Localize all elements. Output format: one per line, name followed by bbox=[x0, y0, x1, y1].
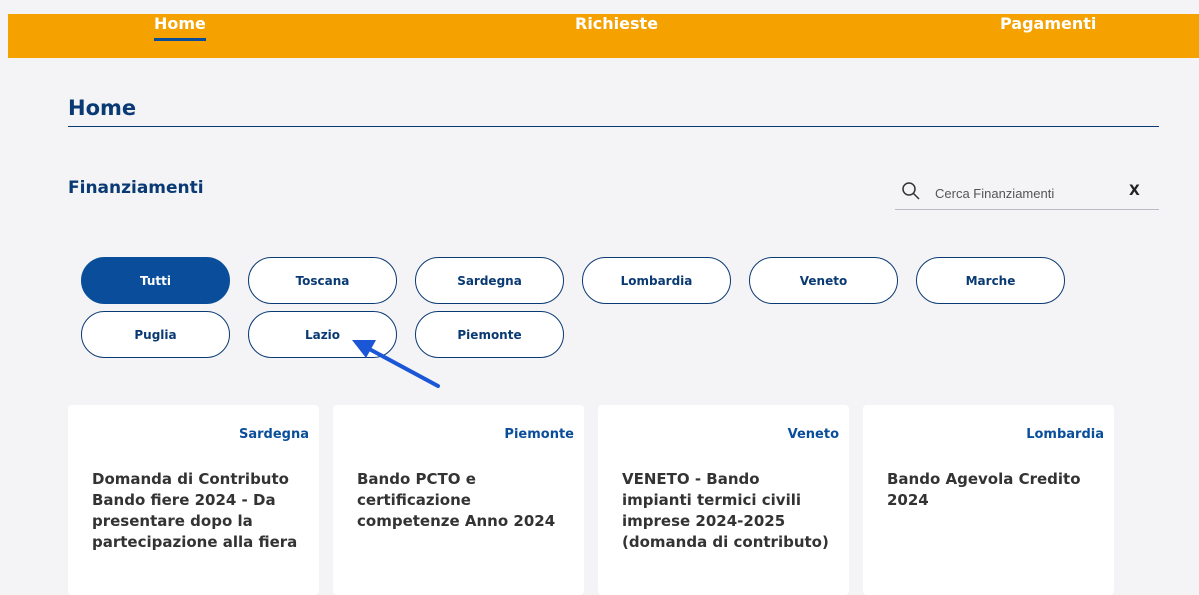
nav-home[interactable]: Home bbox=[154, 14, 206, 41]
funding-card[interactable]: Sardegna Domanda di Contributo Bando fie… bbox=[68, 405, 319, 595]
arrow-pointer-icon bbox=[352, 340, 440, 388]
card-region: Veneto bbox=[787, 427, 839, 442]
chip-lombardia[interactable]: Lombardia bbox=[582, 257, 731, 304]
search-bar: X bbox=[895, 174, 1159, 210]
card-region: Sardegna bbox=[238, 427, 309, 442]
card-title: Bando PCTO e certificazione competenze A… bbox=[357, 470, 556, 530]
card-region: Lombardia bbox=[1026, 427, 1104, 442]
nav-richieste[interactable]: Richieste bbox=[575, 14, 658, 33]
card-region: Piemonte bbox=[504, 427, 574, 442]
clear-search-button[interactable]: X bbox=[1129, 183, 1140, 199]
chip-puglia[interactable]: Puglia bbox=[81, 311, 230, 358]
section-title: Finanziamenti bbox=[68, 178, 204, 198]
chip-toscana[interactable]: Toscana bbox=[248, 257, 397, 304]
card-title: Bando Agevola Credito 2024 bbox=[887, 470, 1081, 509]
card-title: Domanda di Contributo Bando fiere 2024 -… bbox=[92, 470, 298, 551]
search-input[interactable] bbox=[935, 182, 1111, 204]
top-navigation-bar: Home Richieste Pagamenti bbox=[8, 14, 1199, 58]
card-title: VENETO - Bando impianti termici civili i… bbox=[622, 470, 829, 551]
search-icon bbox=[902, 182, 920, 200]
funding-card[interactable]: Piemonte Bando PCTO e certificazione com… bbox=[333, 405, 584, 595]
funding-card[interactable]: Veneto VENETO - Bando impianti termici c… bbox=[598, 405, 849, 595]
title-divider bbox=[68, 126, 1159, 127]
page-title: Home bbox=[68, 96, 137, 120]
chip-marche[interactable]: Marche bbox=[916, 257, 1065, 304]
chip-veneto[interactable]: Veneto bbox=[749, 257, 898, 304]
chip-sardegna[interactable]: Sardegna bbox=[415, 257, 564, 304]
chip-tutti[interactable]: Tutti bbox=[81, 257, 230, 304]
funding-card[interactable]: Lombardia Bando Agevola Credito 2024 bbox=[863, 405, 1114, 595]
nav-pagamenti[interactable]: Pagamenti bbox=[1000, 14, 1096, 33]
